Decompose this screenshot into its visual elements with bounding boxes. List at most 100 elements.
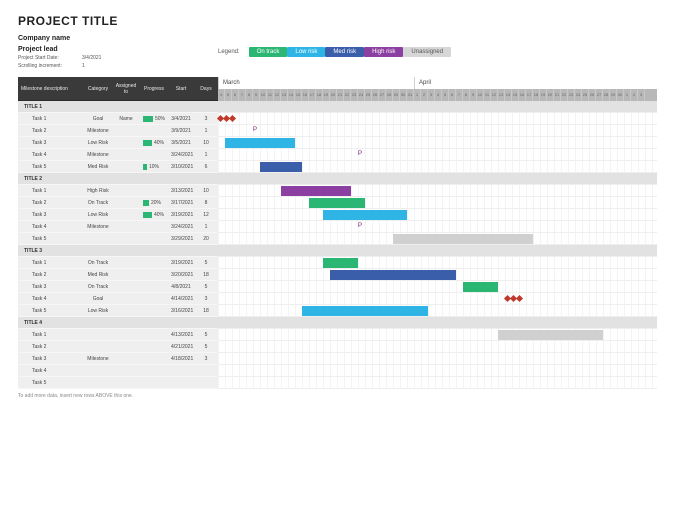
cell-desc[interactable]: Task 3 <box>18 284 84 290</box>
cell-start[interactable]: 3/19/2021 <box>168 212 194 218</box>
cell-start[interactable]: 4/13/2021 <box>168 332 194 338</box>
cell-start[interactable]: 3/24/2021 <box>168 152 194 158</box>
cell-category[interactable]: Milestone <box>84 128 112 134</box>
cell-category[interactable]: Med Risk <box>84 272 112 278</box>
cell-desc[interactable]: Task 1 <box>18 116 84 122</box>
section-row[interactable]: TITLE 4 <box>18 317 657 329</box>
gantt-bar[interactable] <box>323 258 358 268</box>
task-row[interactable]: Task 5 <box>18 377 657 389</box>
task-row[interactable]: Task 3Low Risk 40%3/19/202112 <box>18 209 657 221</box>
task-row[interactable]: Task 3Milestone4/18/20213 <box>18 353 657 365</box>
cell-desc[interactable]: Task 5 <box>18 164 84 170</box>
cell-category[interactable]: Milestone <box>84 224 112 230</box>
cell-start[interactable]: 3/10/2021 <box>168 164 194 170</box>
task-row[interactable]: Task 2Med Risk3/20/202118 <box>18 269 657 281</box>
cell-desc[interactable]: Task 1 <box>18 260 84 266</box>
cell-days[interactable]: 1 <box>194 128 218 134</box>
cell-category[interactable]: On Track <box>84 284 112 290</box>
cell-days[interactable]: 12 <box>194 212 218 218</box>
gantt-bar[interactable] <box>463 282 498 292</box>
section-row[interactable]: TITLE 2 <box>18 173 657 185</box>
cell-desc[interactable]: Task 5 <box>18 236 84 242</box>
section-row[interactable]: TITLE 3 <box>18 245 657 257</box>
cell-days[interactable]: 5 <box>194 332 218 338</box>
cell-desc[interactable]: Task 2 <box>18 344 84 350</box>
task-row[interactable]: Task 53/29/202120 <box>18 233 657 245</box>
cell-desc[interactable]: Task 2 <box>18 128 84 134</box>
cell-desc[interactable]: Task 3 <box>18 212 84 218</box>
cell-desc[interactable]: Task 4 <box>18 152 84 158</box>
gantt-bar[interactable] <box>498 330 603 340</box>
cell-start[interactable]: 3/9/2021 <box>168 128 194 134</box>
gantt-bar[interactable] <box>330 270 456 280</box>
gantt-bar[interactable] <box>309 198 365 208</box>
task-row[interactable]: Task 1 4/13/20215 <box>18 329 657 341</box>
cell-progress[interactable]: 20% <box>140 200 168 206</box>
gantt-bar[interactable] <box>393 234 533 244</box>
task-row[interactable]: Task 5Med Risk10%3/10/20216 <box>18 161 657 173</box>
cell-desc[interactable]: TITLE 2 <box>18 176 84 182</box>
cell-progress[interactable]: 40% <box>140 212 168 218</box>
cell-days[interactable]: 3 <box>194 296 218 302</box>
cell-days[interactable]: 1 <box>194 152 218 158</box>
cell-days[interactable]: 10 <box>194 188 218 194</box>
cell-days[interactable]: 18 <box>194 272 218 278</box>
task-row[interactable]: Task 4Milestone3/24/20211P <box>18 149 657 161</box>
cell-progress[interactable]: 50% <box>140 116 168 122</box>
task-row[interactable]: Task 4Milestone3/24/20211P <box>18 221 657 233</box>
cell-days[interactable]: 8 <box>194 200 218 206</box>
cell-category[interactable]: Low Risk <box>84 212 112 218</box>
cell-start[interactable]: 3/5/2021 <box>168 140 194 146</box>
cell-desc[interactable]: TITLE 4 <box>18 320 84 326</box>
task-row[interactable]: Task 1GoalName50%3/4/20213 <box>18 113 657 125</box>
task-row[interactable]: Task 4Goal4/14/20213 <box>18 293 657 305</box>
cell-desc[interactable]: Task 4 <box>18 368 84 374</box>
cell-days[interactable]: 10 <box>194 140 218 146</box>
gantt-bar[interactable] <box>323 210 407 220</box>
cell-start[interactable]: 4/21/2021 <box>168 344 194 350</box>
cell-start[interactable]: 3/4/2021 <box>168 116 194 122</box>
cell-days[interactable]: 20 <box>194 236 218 242</box>
cell-progress[interactable]: 40% <box>140 140 168 146</box>
cell-category[interactable]: Med Risk <box>84 164 112 170</box>
cell-start[interactable]: 3/24/2021 <box>168 224 194 230</box>
cell-start[interactable]: 3/13/2021 <box>168 188 194 194</box>
task-row[interactable]: Task 1High Risk3/13/202110 <box>18 185 657 197</box>
cell-category[interactable]: Milestone <box>84 152 112 158</box>
task-row[interactable]: Task 2 4/21/20215 <box>18 341 657 353</box>
gantt-bar[interactable] <box>260 162 302 172</box>
cell-start[interactable]: 3/17/2021 <box>168 200 194 206</box>
cell-desc[interactable]: Task 2 <box>18 200 84 206</box>
gantt-bar[interactable] <box>225 138 295 148</box>
cell-start[interactable]: 3/19/2021 <box>168 260 194 266</box>
cell-progress[interactable]: 10% <box>140 164 168 170</box>
cell-start[interactable]: 4/14/2021 <box>168 296 194 302</box>
gantt-bar[interactable] <box>281 186 351 196</box>
cell-category[interactable]: Goal <box>84 296 112 302</box>
cell-category[interactable]: Low Risk <box>84 308 112 314</box>
cell-desc[interactable]: Task 2 <box>18 272 84 278</box>
cell-days[interactable]: 3 <box>194 116 218 122</box>
cell-desc[interactable]: TITLE 1 <box>18 104 84 110</box>
project-start-value[interactable]: 3/4/2021 <box>82 55 101 61</box>
cell-assigned[interactable]: Name <box>112 116 140 122</box>
cell-days[interactable]: 18 <box>194 308 218 314</box>
task-row[interactable]: Task 3Low Risk40%3/5/202110 <box>18 137 657 149</box>
cell-start[interactable]: 4/8/2021 <box>168 284 194 290</box>
gantt-bar[interactable] <box>302 306 428 316</box>
task-row[interactable]: Task 2On Track20%3/17/20218 <box>18 197 657 209</box>
cell-desc[interactable]: Task 4 <box>18 224 84 230</box>
cell-category[interactable]: On Track <box>84 260 112 266</box>
cell-category[interactable]: High Risk <box>84 188 112 194</box>
cell-desc[interactable]: Task 5 <box>18 308 84 314</box>
section-row[interactable]: TITLE 1 <box>18 101 657 113</box>
cell-desc[interactable]: Task 3 <box>18 356 84 362</box>
cell-days[interactable]: 5 <box>194 284 218 290</box>
task-row[interactable]: Task 4 <box>18 365 657 377</box>
task-row[interactable]: Task 2Milestone3/9/20211P <box>18 125 657 137</box>
task-row[interactable]: Task 5Low Risk3/16/202118 <box>18 305 657 317</box>
cell-desc[interactable]: Task 1 <box>18 332 84 338</box>
cell-days[interactable]: 1 <box>194 224 218 230</box>
cell-days[interactable]: 5 <box>194 344 218 350</box>
scroll-value[interactable]: 1 <box>82 63 85 69</box>
